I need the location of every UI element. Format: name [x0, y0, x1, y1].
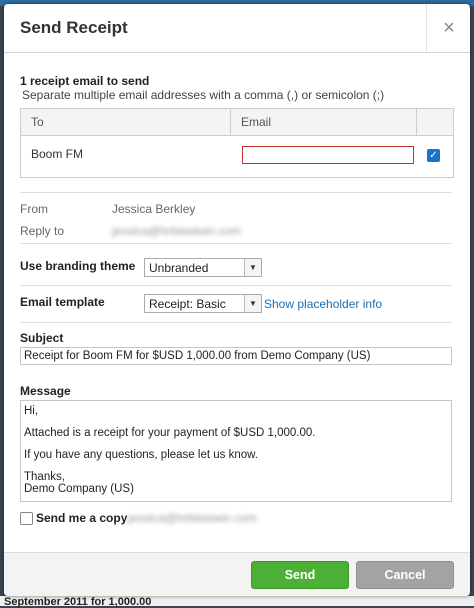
- send-copy-email: jessica@hrblastwin.com: [128, 511, 257, 525]
- recipient-checkbox[interactable]: ✓: [427, 149, 440, 162]
- divider: [20, 322, 452, 323]
- recipient-name: Boom FM: [31, 147, 84, 161]
- dialog-footer: Send Cancel: [4, 552, 470, 596]
- divider: [20, 243, 452, 244]
- dialog-header: Send Receipt ×: [4, 4, 470, 53]
- from-label: From: [20, 202, 48, 216]
- branding-theme-select[interactable]: Unbranded ▼: [144, 258, 262, 277]
- cancel-button[interactable]: Cancel: [356, 561, 454, 589]
- email-hint: Separate multiple email addresses with a…: [22, 88, 385, 102]
- send-button[interactable]: Send: [251, 561, 349, 589]
- message-label: Message: [20, 384, 71, 398]
- email-template-select[interactable]: Receipt: Basic ▼: [144, 294, 262, 313]
- branding-theme-value: Unbranded: [149, 261, 209, 275]
- message-line: Thanks,: [24, 471, 65, 483]
- checkmark-icon: ✓: [429, 150, 438, 161]
- subject-input[interactable]: [20, 347, 452, 365]
- column-header-to: To: [21, 109, 231, 135]
- message-line: Hi,: [24, 405, 39, 417]
- background-text: September 2011 for 1,000.00: [4, 596, 152, 608]
- branding-theme-label: Use branding theme: [20, 259, 136, 273]
- divider: [20, 192, 452, 193]
- email-template-label: Email template: [20, 295, 105, 309]
- background-content: September 2011 for 1,000.00: [0, 596, 474, 608]
- table-header: To Email: [21, 109, 453, 136]
- send-receipt-dialog: Send Receipt × 1 receipt email to send S…: [4, 4, 470, 596]
- email-template-value: Receipt: Basic: [149, 297, 226, 311]
- reply-to-label: Reply to: [20, 224, 65, 238]
- column-header-email: Email: [231, 109, 417, 135]
- message-line: If you have any questions, please let us…: [24, 449, 258, 461]
- close-icon: ×: [443, 17, 455, 39]
- subject-label: Subject: [20, 331, 64, 345]
- email-field[interactable]: [242, 146, 414, 164]
- message-line: Demo Company (US): [24, 483, 134, 495]
- message-textarea[interactable]: Hi, Attached is a receipt for your payme…: [20, 400, 452, 502]
- dialog-title: Send Receipt: [20, 18, 128, 37]
- recipients-table: To Email Boom FM ✓: [20, 108, 454, 178]
- from-value: Jessica Berkley: [112, 202, 196, 216]
- chevron-down-icon: ▼: [244, 295, 261, 312]
- divider: [20, 285, 452, 286]
- close-button[interactable]: ×: [426, 4, 470, 52]
- send-copy-checkbox[interactable]: [20, 512, 33, 525]
- show-placeholder-link[interactable]: Show placeholder info: [264, 297, 382, 311]
- receipt-count: 1 receipt email to send: [20, 74, 150, 88]
- reply-to-value: jessica@hrblastwin.com: [112, 224, 241, 238]
- chevron-down-icon: ▼: [244, 259, 261, 276]
- message-line: Attached is a receipt for your payment o…: [24, 427, 316, 439]
- send-copy-label: Send me a copy: [36, 511, 128, 525]
